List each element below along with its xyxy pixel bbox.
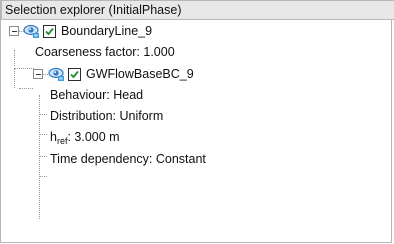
property-coarseness: Coarseness factor: 1.000 [35, 45, 175, 59]
property-href-symbol: h [50, 130, 57, 144]
property-distribution: Distribution: Uniform [50, 109, 164, 123]
collapse-minus-icon[interactable] [33, 69, 43, 79]
checkbox-checked-icon[interactable] [43, 25, 56, 38]
tree-item-gwflowbasebc[interactable]: GWFlowBaseBC_9 [1, 65, 394, 84]
tree-item-label: BoundaryLine_9 [61, 24, 153, 38]
property-time-dependency: Time dependency: Constant [50, 152, 206, 166]
tree-guide-line [39, 176, 47, 177]
tree-item-time-dependency[interactable]: Time dependency: Constant [1, 150, 394, 169]
selection-tree: BoundaryLine_9 Coarseness factor: 1.000 [1, 20, 394, 244]
visibility-eye-icon[interactable] [23, 24, 41, 38]
tree-item-distribution[interactable]: Distribution: Uniform [1, 107, 394, 126]
property-href-subscript: ref [56, 136, 68, 146]
tree-item-label: GWFlowBaseBC_9 [86, 67, 194, 81]
tree-item-href[interactable]: href: 3.000 m [1, 128, 394, 147]
property-href: href: 3.000 m [50, 128, 120, 147]
property-behaviour: Behaviour: Head [50, 88, 144, 102]
tree-item-behaviour[interactable]: Behaviour: Head [1, 86, 394, 105]
tree-item-boundaryline[interactable]: BoundaryLine_9 [1, 22, 394, 41]
checkbox-checked-icon[interactable] [68, 68, 81, 81]
panel-title: Selection explorer (InitialPhase) [1, 0, 394, 20]
collapse-minus-icon[interactable] [9, 26, 19, 36]
visibility-eye-icon[interactable] [48, 67, 66, 81]
property-href-value: : 3.000 m [67, 130, 120, 144]
selection-explorer-panel: Selection explorer (InitialPhase) Bounda… [0, 0, 394, 244]
tree-item-coarseness[interactable]: Coarseness factor: 1.000 [1, 43, 394, 62]
